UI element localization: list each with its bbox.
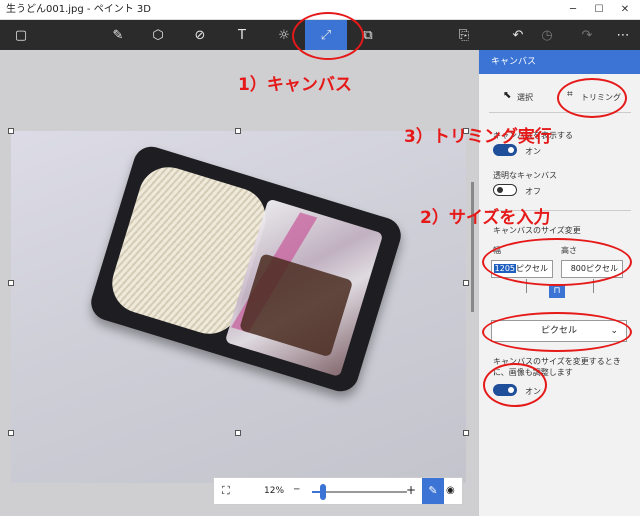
pen-icon[interactable]: ✎ xyxy=(422,478,444,504)
minimize-button[interactable]: ─ xyxy=(560,0,586,20)
toggle-knob xyxy=(508,147,514,153)
noodle-tray-image xyxy=(86,142,406,396)
annotation-step3: 3）トリミング実行 xyxy=(404,127,552,147)
resize-handle-bl[interactable] xyxy=(8,430,14,436)
brush-icon[interactable]: ✎ xyxy=(103,20,133,50)
zoom-in-button[interactable]: + xyxy=(406,483,416,497)
window-title: 生うどん001.jpg - ペイント 3D xyxy=(6,4,151,15)
annotation-circle-size xyxy=(482,238,632,286)
show-canvas-state: オン xyxy=(525,147,541,156)
close-button[interactable]: ✕ xyxy=(612,0,638,20)
transparent-canvas-toggle[interactable] xyxy=(493,184,517,196)
menu-icon[interactable]: ▢ xyxy=(6,20,36,50)
select-cursor-icon: ⬉ xyxy=(503,90,512,101)
resize-handle-tl[interactable] xyxy=(8,128,14,134)
fit-to-screen-icon[interactable]: ⛶ xyxy=(222,484,230,498)
annotation-circle-crop xyxy=(557,78,627,118)
zoom-bar: ⛶ 12% ─ + ✎ ◉ xyxy=(213,477,463,505)
resize-handle-t[interactable] xyxy=(235,128,241,134)
more-icon[interactable]: ⋯ xyxy=(608,20,638,50)
annotation-circle-unit xyxy=(482,312,632,352)
zoom-slider-thumb[interactable] xyxy=(320,484,327,500)
annotation-circle-toggle xyxy=(483,363,547,407)
panel-header: キャンバス xyxy=(479,50,640,74)
transparent-canvas-state: オフ xyxy=(525,187,541,196)
view-icon[interactable]: ◉ xyxy=(446,485,455,496)
zoom-slider-track[interactable] xyxy=(312,491,407,493)
paste-icon[interactable]: ⎘ xyxy=(449,20,479,50)
toggle-knob xyxy=(497,186,503,193)
transparent-canvas-label: 透明なキャンバス xyxy=(493,171,557,180)
select-button[interactable]: 選択 xyxy=(517,92,533,103)
maximize-button[interactable]: ☐ xyxy=(586,0,612,20)
history-icon[interactable]: ◷ xyxy=(532,20,562,50)
zoom-out-button[interactable]: ─ xyxy=(294,485,299,495)
zoom-value: 12% xyxy=(264,486,285,496)
annotation-circle-canvas xyxy=(292,12,364,60)
resize-handle-b[interactable] xyxy=(235,430,241,436)
text-icon[interactable]: T xyxy=(227,20,257,50)
resize-handle-r[interactable] xyxy=(463,280,469,286)
shapes3d-icon[interactable]: ⬡ xyxy=(143,20,173,50)
annotation-step2: 2）サイズを入力 xyxy=(420,208,551,228)
redo-icon[interactable]: ↷ xyxy=(572,20,602,50)
annotation-step1: 1）キャンバス xyxy=(238,75,352,95)
canvas-area[interactable] xyxy=(0,50,478,516)
vertical-scrollbar[interactable] xyxy=(471,182,474,312)
stickers-icon[interactable]: ⊘ xyxy=(185,20,215,50)
resize-handle-l[interactable] xyxy=(8,280,14,286)
undo-icon[interactable]: ↶ xyxy=(503,20,533,50)
resize-handle-br[interactable] xyxy=(463,430,469,436)
lock-aspect-ratio-icon[interactable]: ⊓ xyxy=(549,284,565,298)
